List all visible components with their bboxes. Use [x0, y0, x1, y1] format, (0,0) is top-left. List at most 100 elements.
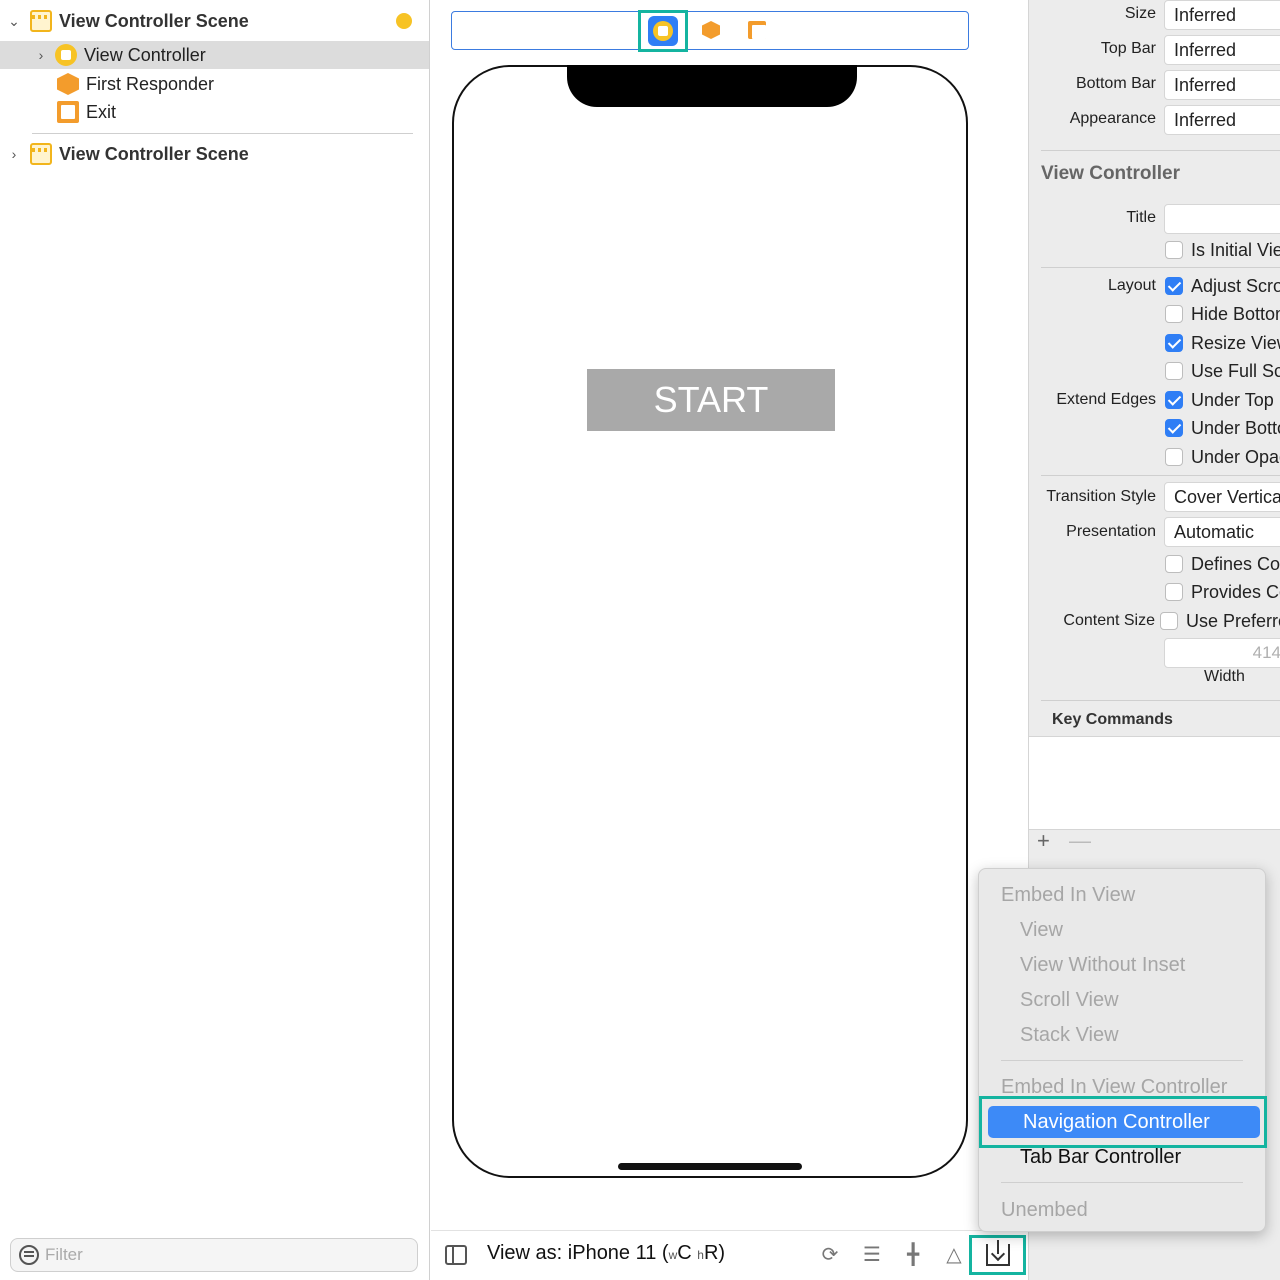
- chevron-down-icon[interactable]: ⌄: [6, 13, 22, 30]
- phone-notch: [567, 65, 857, 107]
- view-controller-row[interactable]: › View Controller: [0, 41, 429, 69]
- checkbox-checked-icon[interactable]: [1165, 391, 1183, 409]
- appearance-label: Appearance: [1069, 110, 1156, 127]
- menu-separator: [1001, 1182, 1243, 1183]
- view-as-label: View as: iPhone 11 (: [487, 1242, 669, 1264]
- top-bar-popup[interactable]: Inferred: [1164, 35, 1280, 65]
- use-full-screen-label: Use Full Screen: [1191, 360, 1280, 381]
- bottom-bar-label: Bottom Bar: [1075, 75, 1156, 92]
- menu-item-scroll-view[interactable]: Scroll View: [979, 983, 1267, 1017]
- embed-icon: [985, 1240, 1010, 1266]
- menu-item-navigation-controller[interactable]: Navigation Controller: [988, 1106, 1260, 1138]
- defines-context-checkbox[interactable]: Defines Context: [1165, 552, 1280, 576]
- size-popup[interactable]: Inferred: [1164, 0, 1280, 30]
- under-bottom-label: Under Bottom Bars: [1191, 417, 1280, 438]
- appearance-popup[interactable]: Inferred: [1164, 105, 1280, 135]
- dock-first-responder-icon[interactable]: [702, 21, 720, 39]
- filter-placeholder: Filter: [45, 1245, 83, 1264]
- add-key-command-button[interactable]: +: [1037, 828, 1050, 854]
- provides-context-checkbox[interactable]: Provides Context: [1165, 580, 1280, 604]
- scene-row-1[interactable]: ⌄ View Controller Scene: [6, 7, 249, 35]
- exit-label: Exit: [86, 101, 117, 122]
- first-responder-row[interactable]: First Responder: [57, 70, 214, 98]
- menu-item-unembed[interactable]: Unembed: [979, 1193, 1267, 1227]
- exit-icon: [57, 101, 79, 123]
- checkbox-icon[interactable]: [1165, 583, 1183, 601]
- checkbox-icon[interactable]: [1165, 241, 1183, 259]
- start-button[interactable]: START: [587, 369, 835, 431]
- transition-style-label: Transition Style: [1046, 488, 1156, 505]
- bottom-bar-popup[interactable]: Inferred: [1164, 70, 1280, 100]
- checkbox-icon[interactable]: [1165, 555, 1183, 573]
- use-preferred-checkbox[interactable]: Use Preferred Explicit Size: [1160, 609, 1280, 633]
- use-preferred-label: Use Preferred Explicit Size: [1186, 610, 1280, 631]
- width-class-prefix: w: [668, 1248, 678, 1262]
- extend-edges-label: Extend Edges: [1056, 391, 1156, 408]
- checkbox-checked-icon[interactable]: [1165, 334, 1183, 352]
- title-label: Title: [1126, 209, 1156, 226]
- provides-context-label: Provides Context: [1191, 581, 1280, 602]
- dock-view-controller-icon[interactable]: [648, 16, 678, 46]
- view-controller-label: View Controller: [84, 44, 206, 65]
- use-full-screen-checkbox[interactable]: Use Full Screen: [1165, 359, 1280, 383]
- menu-item-view[interactable]: View: [979, 913, 1267, 947]
- dock-exit-icon[interactable]: [748, 21, 766, 39]
- section-divider: [1041, 150, 1280, 151]
- checkbox-icon[interactable]: [1165, 305, 1183, 323]
- under-bottom-checkbox[interactable]: Under Bottom Bars: [1165, 416, 1280, 440]
- view-as-device[interactable]: View as: iPhone 11 (wC hR): [487, 1242, 725, 1265]
- menu-item-tab-bar-controller[interactable]: Tab Bar Controller: [979, 1140, 1267, 1174]
- scene-dock: [451, 10, 969, 52]
- chevron-right-icon[interactable]: ›: [6, 146, 22, 162]
- hide-bottom-checkbox[interactable]: Hide Bottom Bar on Push: [1165, 302, 1280, 326]
- height-class-prefix: h: [697, 1248, 704, 1262]
- add-constraints-icon[interactable]: ╋: [900, 1243, 926, 1267]
- embed-in-button[interactable]: [969, 1235, 1026, 1275]
- filter-field[interactable]: Filter: [10, 1238, 418, 1272]
- section-divider: [1041, 700, 1280, 701]
- under-top-checkbox[interactable]: Under Top Bars: [1165, 388, 1280, 412]
- exit-row[interactable]: Exit: [57, 98, 116, 126]
- section-divider: [1041, 267, 1280, 268]
- entry-point-icon[interactable]: [396, 13, 412, 29]
- view-controller-icon: [55, 44, 77, 66]
- width-caption: Width: [1204, 668, 1245, 685]
- is-initial-checkbox[interactable]: Is Initial View Controller: [1165, 238, 1280, 262]
- defines-context-label: Defines Context: [1191, 553, 1280, 574]
- scene-row-2[interactable]: › View Controller Scene: [6, 140, 249, 168]
- transition-style-popup[interactable]: Cover Vertical: [1164, 482, 1280, 512]
- update-frames-icon[interactable]: ⟳: [817, 1243, 843, 1267]
- chevron-right-icon[interactable]: ›: [33, 47, 49, 63]
- menu-item-view-without-inset[interactable]: View Without Inset: [979, 948, 1267, 982]
- menu-item-stack-view[interactable]: Stack View: [979, 1018, 1267, 1052]
- content-size-label: Content Size: [1063, 612, 1155, 629]
- checkbox-icon[interactable]: [1165, 362, 1183, 380]
- align-icon[interactable]: ☰: [859, 1243, 885, 1267]
- presentation-popup[interactable]: Automatic: [1164, 517, 1280, 547]
- checkbox-icon[interactable]: [1160, 612, 1178, 630]
- resize-view-checkbox[interactable]: Resize View From NIB: [1165, 331, 1280, 355]
- adjust-scroll-label: Adjust Scroll View Insets: [1191, 275, 1280, 296]
- under-opaque-checkbox[interactable]: Under Opaque Bars: [1165, 445, 1280, 469]
- home-indicator: [618, 1163, 802, 1170]
- width-field[interactable]: 414: [1164, 638, 1280, 668]
- dock-view-controller-highlight[interactable]: [638, 10, 688, 52]
- key-commands-list[interactable]: [1029, 736, 1280, 830]
- checkbox-checked-icon[interactable]: [1165, 277, 1183, 295]
- sidebar-toggle-icon[interactable]: [445, 1245, 467, 1265]
- resolve-issues-icon[interactable]: △: [941, 1243, 967, 1267]
- resize-view-label: Resize View From NIB: [1191, 332, 1280, 353]
- key-commands-toolbar: + —: [1029, 828, 1280, 858]
- menu-separator: [1001, 1060, 1243, 1061]
- checkbox-icon[interactable]: [1165, 448, 1183, 466]
- size-label: Size: [1124, 5, 1156, 22]
- remove-key-command-button[interactable]: —: [1069, 828, 1091, 854]
- scene-icon: [30, 143, 52, 165]
- title-field[interactable]: [1164, 204, 1280, 234]
- is-initial-label: Is Initial View Controller: [1191, 239, 1280, 260]
- checkbox-checked-icon[interactable]: [1165, 419, 1183, 437]
- adjust-scroll-checkbox[interactable]: Adjust Scroll View Insets: [1165, 274, 1280, 298]
- filter-icon: [19, 1245, 39, 1265]
- width-class-value: C: [677, 1242, 692, 1264]
- storyboard-canvas[interactable]: START: [431, 0, 1028, 1230]
